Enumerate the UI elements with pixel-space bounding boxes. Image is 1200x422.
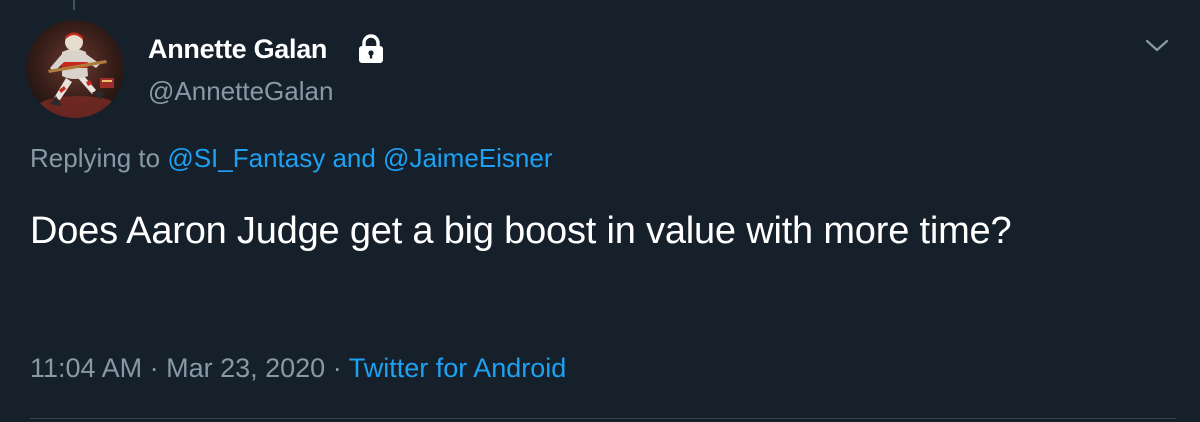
chevron-down-icon[interactable] <box>1140 30 1174 60</box>
lock-icon <box>359 34 383 63</box>
user-handle[interactable]: @AnnetteGalan <box>148 76 333 107</box>
meta-separator: · <box>142 353 167 383</box>
display-name[interactable]: Annette Galan <box>148 34 327 65</box>
tweet-date[interactable]: Mar 23, 2020 <box>166 353 325 383</box>
tweet-time[interactable]: 11:04 AM <box>30 353 142 383</box>
replying-to-line: Replying to @SI_Fantasy and @JaimeEisner <box>30 143 553 174</box>
tweet-source-link[interactable]: Twitter for Android <box>349 353 567 383</box>
divider <box>30 418 1176 419</box>
tweet-card: Annette Galan @AnnetteGalan Replying to … <box>0 0 1200 422</box>
replying-to-label: Replying to <box>30 143 168 173</box>
hockey-player-avatar-icon <box>26 20 124 118</box>
tweet-text: Does Aaron Judge get a big boost in valu… <box>30 210 1012 252</box>
mention-link-si-fantasy[interactable]: @SI_Fantasy <box>167 143 325 173</box>
mention-conjunction[interactable]: and <box>325 143 383 173</box>
mention-link-jaimeeisner[interactable]: @JaimeEisner <box>383 143 552 173</box>
avatar[interactable] <box>26 20 124 118</box>
meta-separator: · <box>325 353 349 383</box>
tweet-metadata: 11:04 AM · Mar 23, 2020 · Twitter for An… <box>30 353 566 384</box>
thread-connector-line <box>73 0 75 10</box>
